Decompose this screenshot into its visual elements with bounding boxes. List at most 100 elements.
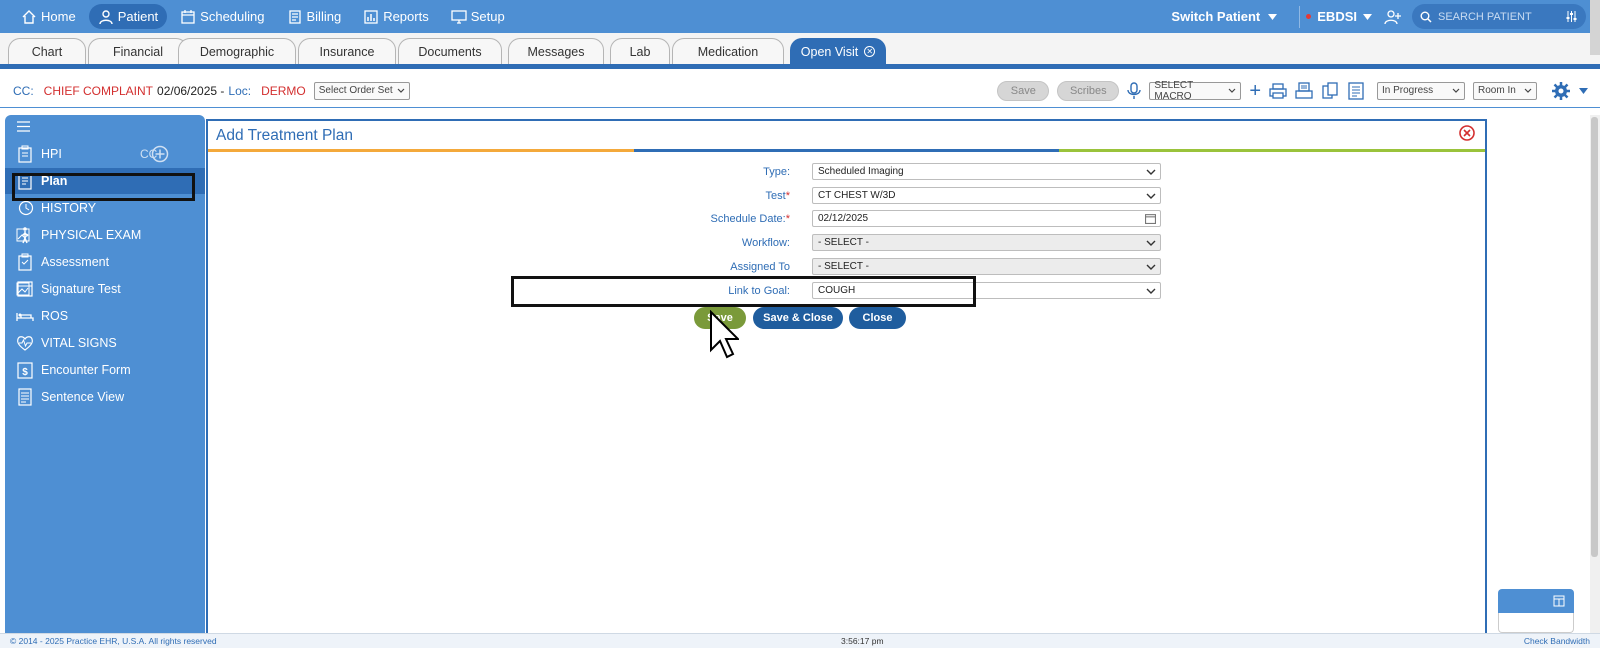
sidebar-item-signature-test[interactable]: Signature Test — [5, 276, 205, 302]
mouse-cursor-icon — [710, 310, 739, 359]
plan-highlight-box — [12, 173, 195, 201]
nav-home[interactable]: Home — [12, 4, 85, 29]
sidebar-item-ros[interactable]: ROS — [5, 303, 205, 329]
bed-icon — [16, 313, 34, 321]
tab-demographic[interactable]: Demographic — [178, 38, 296, 64]
search-icon — [1420, 11, 1432, 23]
add-treatment-plan-dialog: Add Treatment Plan Type: Scheduled Imagi… — [206, 119, 1487, 633]
room-value: Room In — [1478, 85, 1516, 96]
save-visit-button[interactable]: Save — [997, 80, 1050, 101]
tab-insurance[interactable]: Insurance — [298, 38, 396, 64]
nav-setup-label: Setup — [470, 9, 505, 24]
tab-label: Chart — [31, 44, 63, 59]
test-select[interactable]: CT CHEST W/3D — [812, 187, 1161, 204]
clock-text: 3:56:17 pm — [841, 636, 884, 646]
tab-lab[interactable]: Lab — [610, 38, 670, 64]
sidebar-item-physical-exam[interactable]: PHYSICAL EXAM — [5, 222, 205, 248]
print-icon[interactable] — [1269, 82, 1287, 100]
chevron-down-icon — [1146, 193, 1156, 199]
scribes-label: Scribes — [1069, 84, 1107, 97]
nav-scheduling-label: Scheduling — [200, 9, 265, 24]
add-icon[interactable]: + — [1249, 81, 1261, 101]
chevron-down-icon — [1452, 88, 1460, 93]
type-select[interactable]: Scheduled Imaging — [812, 163, 1161, 180]
sidebar-item-label: Signature Test — [41, 282, 121, 296]
nav-billing[interactable]: Billing — [278, 4, 351, 29]
tab-medication[interactable]: Medication — [672, 38, 784, 64]
window-icon[interactable] — [1553, 595, 1565, 607]
caret-down-icon[interactable] — [1579, 87, 1588, 94]
schedule-date-input[interactable]: 02/12/2025 — [812, 210, 1161, 227]
close-label: Close — [862, 312, 893, 324]
tab-label: Insurance — [319, 44, 375, 59]
document-icon[interactable] — [1347, 81, 1365, 100]
switch-patient-dropdown[interactable]: Switch Patient — [1171, 9, 1278, 24]
close-button[interactable]: Close — [849, 307, 906, 329]
sidebar-item-sentence-view[interactable]: Sentence View — [5, 384, 205, 410]
microphone-icon[interactable] — [1127, 81, 1142, 100]
nav-reports[interactable]: Reports — [354, 4, 438, 29]
document-lines-icon — [18, 388, 32, 406]
assigned-to-select[interactable]: - SELECT - — [812, 258, 1161, 275]
chevron-down-icon — [1146, 264, 1156, 270]
print-list-icon[interactable] — [1295, 81, 1313, 100]
nav-reports-label: Reports — [383, 9, 429, 24]
search-patient-input[interactable]: SEARCH PATIENT — [1412, 4, 1586, 29]
sidebar-item-vital-signs[interactable]: VITAL SIGNS — [5, 330, 205, 356]
sidebar-item-hpi[interactable]: HPI CC — [5, 141, 205, 167]
nav-home-label: Home — [41, 9, 76, 24]
close-tab-icon[interactable]: ✕ — [864, 46, 876, 57]
add-circle-icon — [151, 145, 169, 163]
divider — [1299, 5, 1301, 28]
hamburger-menu-icon[interactable] — [17, 121, 30, 132]
tab-chart[interactable]: Chart — [8, 38, 86, 64]
chevron-down-icon — [1524, 88, 1532, 93]
chevron-down-icon — [397, 88, 405, 93]
workflow-select[interactable]: - SELECT - — [812, 234, 1161, 251]
calendar-icon[interactable] — [1145, 213, 1156, 224]
sidebar-item-assessment[interactable]: Assessment — [5, 249, 205, 275]
assessment-icon — [18, 253, 32, 271]
add-cc-link[interactable]: CC — [140, 145, 169, 163]
svg-text:$: $ — [22, 367, 28, 378]
chevron-down-icon — [1146, 288, 1156, 294]
image-icon[interactable] — [16, 282, 30, 296]
top-scrollbar[interactable] — [1590, 0, 1600, 55]
check-bandwidth-link[interactable]: Check Bandwidth — [1524, 636, 1590, 646]
search-placeholder: SEARCH PATIENT — [1438, 10, 1532, 23]
sidebar-item-label: VITAL SIGNS — [41, 336, 117, 350]
chevron-down-icon — [1146, 169, 1156, 175]
nav-patient-label: Patient — [117, 9, 159, 24]
add-user-icon[interactable] — [1384, 8, 1402, 26]
location-link[interactable]: DERMO — [261, 84, 306, 98]
nav-billing-label: Billing — [306, 9, 342, 24]
image-icon[interactable] — [16, 228, 30, 242]
chief-complaint-link[interactable]: CHIEF COMPLAINT — [44, 84, 153, 98]
status-select[interactable]: In Progress — [1377, 81, 1465, 100]
tab-messages[interactable]: Messages — [508, 38, 604, 64]
nav-scheduling[interactable]: Scheduling — [171, 4, 273, 29]
tab-financial[interactable]: Financial — [88, 38, 188, 64]
copy-icon[interactable] — [1321, 81, 1339, 100]
sidebar-item-encounter-form[interactable]: $ Encounter Form — [5, 357, 205, 383]
save-and-close-button[interactable]: Save & Close — [753, 307, 843, 329]
close-dialog-icon[interactable] — [1459, 125, 1475, 141]
caret-down-icon — [1363, 13, 1372, 20]
nav-setup[interactable]: Setup — [442, 4, 514, 29]
scrollbar-thumb[interactable] — [1591, 117, 1598, 557]
order-set-select[interactable]: Select Order Set — [313, 81, 410, 100]
gear-icon[interactable] — [1551, 81, 1571, 101]
type-label: Type: — [763, 165, 790, 178]
save-close-label: Save & Close — [763, 312, 833, 324]
tab-documents[interactable]: Documents — [398, 38, 502, 64]
tab-open-visit[interactable]: Open Visit ✕ — [790, 38, 886, 64]
filter-icon[interactable] — [1565, 10, 1578, 23]
user-icon — [98, 9, 113, 24]
top-navigation: Home Patient Scheduling Billing Reports … — [0, 0, 1600, 33]
macro-select[interactable]: SELECT MACRO — [1149, 80, 1242, 102]
schedule-date-row: Schedule Date:* 02/12/2025 — [208, 210, 1478, 227]
scribes-button[interactable]: Scribes — [1057, 80, 1120, 101]
nav-patient[interactable]: Patient — [88, 4, 168, 29]
account-dropdown[interactable]: EBDSI — [1306, 9, 1372, 24]
room-select[interactable]: Room In — [1473, 81, 1537, 100]
